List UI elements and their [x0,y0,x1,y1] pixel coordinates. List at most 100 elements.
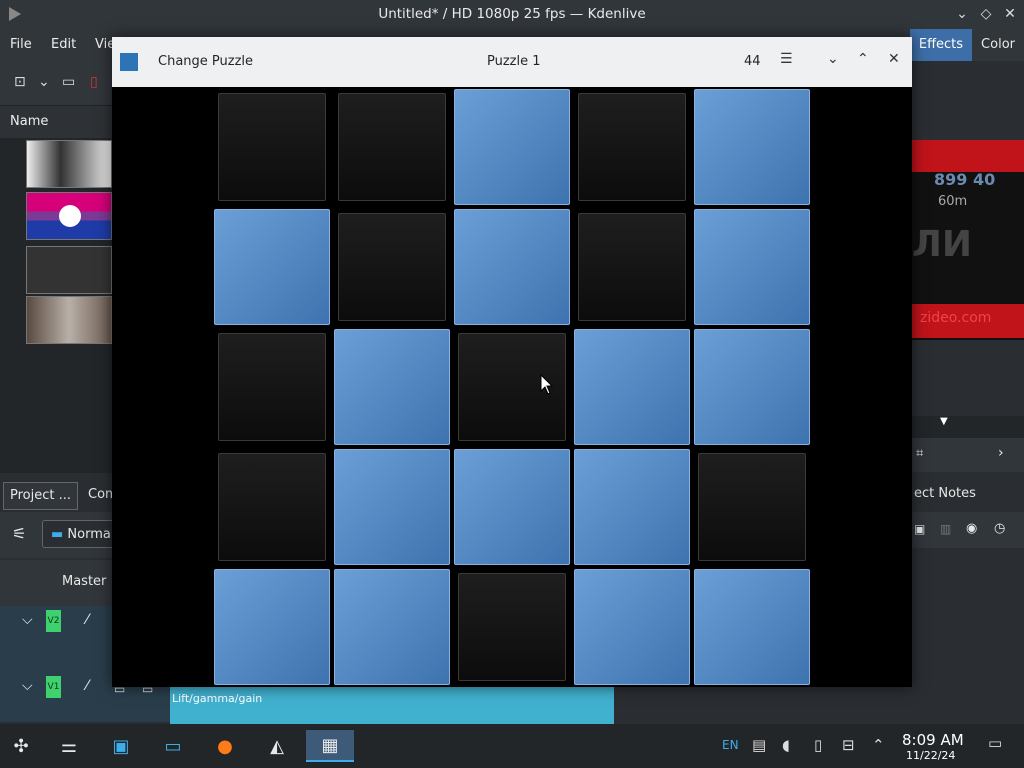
puzzle-taskbar-icon[interactable]: ▦ [306,730,354,762]
puzzle-tile[interactable] [574,569,690,685]
notes-area[interactable] [912,548,1024,724]
eye-icon[interactable]: ◉ [966,521,977,536]
discover-store-icon[interactable]: ▣ [104,730,138,762]
left-panel-tabs: Project ... Com [0,478,118,510]
network-icon[interactable]: ⊟ [842,736,855,754]
composite-mode-select[interactable]: ▬ Normal [42,520,122,548]
timeline-clip[interactable]: Lift/gamma/gain [170,686,614,724]
hamburger-icon[interactable]: ☰ [780,51,793,67]
timer-icon[interactable]: ◷ [994,521,1005,536]
clip-thumbnail[interactable] [26,140,112,188]
bin-toolbar: ⊡ ⌄ ▭ ▯ [0,61,112,106]
mode-icon: ▬ [51,527,68,542]
close-icon[interactable]: ✕ [888,51,900,67]
puzzle-tile[interactable] [698,453,806,561]
puzzle-window: Change Puzzle Puzzle 1 44 ☰ ⌄ ⌃ ✕ [112,37,912,687]
save-icon[interactable]: ▣ [914,522,925,536]
puzzle-tile[interactable] [458,573,566,681]
firefox-icon[interactable]: ● [208,730,242,762]
add-clip-icon[interactable]: ⊡ [14,74,26,90]
tab-effects[interactable]: Effects [909,29,973,61]
clip-thumbnail[interactable] [26,192,112,240]
delete-icon[interactable]: ▯ [90,74,98,90]
kdenlive-icon[interactable]: ◭ [260,730,294,762]
show-desktop-icon[interactable]: ▭ [988,734,1002,752]
columns-icon: ▥ [940,522,952,536]
minimize-icon[interactable]: ⌄ [827,51,839,67]
effect-wand-icon[interactable]: ⁄ [86,678,88,694]
puzzle-tile[interactable] [454,209,570,325]
mouse-cursor-icon [540,374,554,395]
clip-list[interactable] [0,138,112,473]
puzzle-tile[interactable] [338,93,446,201]
mixer-toolbar: ⚟ ▬ Normal [0,512,122,558]
collapse-icon[interactable]: ⌵ [22,678,33,694]
clip-thumbnail[interactable] [26,296,112,344]
project-notes-tab[interactable]: ect Notes [912,478,1024,510]
puzzle-tile[interactable] [218,453,326,561]
playhead-icon[interactable]: ▼ [940,416,948,427]
smiley-icon [59,205,81,227]
puzzle-tile[interactable] [694,569,810,685]
keyboard-layout[interactable]: EN [722,738,739,752]
puzzle-board [212,87,812,687]
battery-icon[interactable]: ▯ [814,736,822,754]
puzzle-tile[interactable] [694,209,810,325]
menu-file[interactable]: File [10,37,32,52]
close-icon[interactable]: ✕ [1002,4,1018,24]
puzzle-tile[interactable] [454,89,570,205]
puzzle-tile[interactable] [574,449,690,565]
track-badge: V2 [46,610,61,632]
puzzle-tile[interactable] [574,329,690,445]
puzzle-tile[interactable] [578,213,686,321]
app-launcher-icon[interactable]: ✣ [4,730,38,762]
track-header-v2[interactable]: ⌵ V2 ⁄ [0,606,112,672]
puzzle-tile[interactable] [578,93,686,201]
minimize-icon[interactable]: ⌄ [954,4,970,24]
notes-toolbar: ▣ ▥ ◉ ◷ [912,512,1024,548]
clock-time[interactable]: 8:09 AM [902,731,964,749]
clip-thumbnail[interactable] [26,246,112,294]
puzzle-app-icon [120,53,138,71]
puzzle-tile[interactable] [334,329,450,445]
collapse-icon[interactable]: ⌵ [22,612,33,628]
master-label: Master [62,574,107,589]
file-manager-icon[interactable]: ▭ [156,730,190,762]
volume-muted-icon[interactable]: ◖ [782,736,790,754]
puzzle-tile[interactable] [218,93,326,201]
chevron-up-icon[interactable]: ⌃ [872,736,885,754]
crop-icon[interactable]: ⌗ [916,446,923,461]
monitor-preview[interactable]: 899 40 60m ЛИ zideo.com [912,140,1024,340]
change-puzzle-button[interactable]: Change Puzzle [158,54,253,69]
puzzle-titlebar: Change Puzzle Puzzle 1 44 ☰ ⌄ ⌃ ✕ [112,37,912,87]
settings-icon[interactable]: ⚌ [52,730,86,762]
window-title: Untitled* / HD 1080p 25 fps — Kdenlive [378,6,646,22]
track-badge: V1 [46,676,61,698]
clip-effect-label: Lift/gamma/gain [172,692,263,705]
puzzle-tile[interactable] [334,569,450,685]
chevron-down-icon[interactable]: ⌄ [38,74,50,90]
puzzle-tile[interactable] [454,449,570,565]
folder-add-icon[interactable]: ▭ [62,74,75,90]
puzzle-tile[interactable] [338,213,446,321]
chevron-right-icon[interactable]: › [998,445,1004,461]
app-titlebar: Untitled* / HD 1080p 25 fps — Kdenlive ⌄… [0,0,1024,29]
maximize-icon[interactable]: ⌃ [857,51,869,67]
puzzle-tile[interactable] [334,449,450,565]
clock-date[interactable]: 11/22/24 [906,749,955,762]
maximize-icon[interactable]: ◇ [978,4,994,24]
effect-wand-icon[interactable]: ⁄ [86,612,88,628]
puzzle-tile[interactable] [214,569,330,685]
tab-color[interactable]: Color [972,29,1024,61]
puzzle-tile[interactable] [218,333,326,441]
monitor-ruler[interactable]: ▼ [912,416,1024,438]
menu-edit[interactable]: Edit [51,37,76,52]
bin-column-header[interactable]: Name [0,106,112,139]
tab-project-bin[interactable]: Project ... [3,482,79,510]
sliders-icon[interactable]: ⚟ [12,524,26,543]
monitor-controls: ⌗ › [912,438,1024,472]
puzzle-tile[interactable] [694,89,810,205]
clipboard-icon[interactable]: ▤ [752,736,766,754]
puzzle-tile[interactable] [694,329,810,445]
puzzle-tile[interactable] [214,209,330,325]
